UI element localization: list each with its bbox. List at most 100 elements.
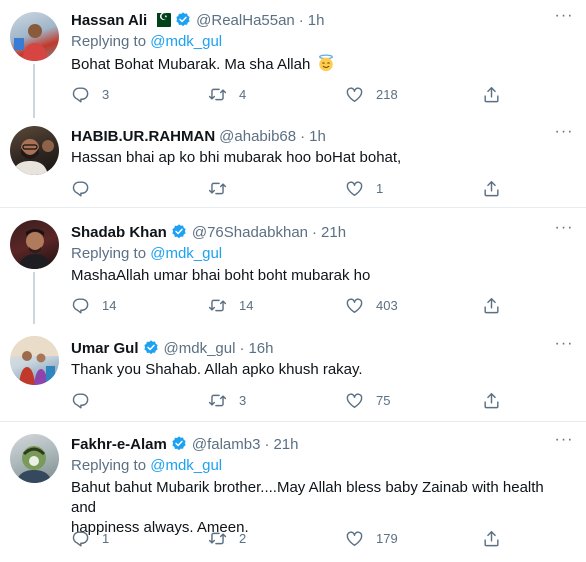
share-button[interactable] — [482, 528, 501, 548]
like-count: 75 — [376, 392, 391, 408]
thread-connector — [33, 272, 35, 324]
display-name[interactable]: Fakhr-e-Alam — [71, 436, 167, 453]
display-name[interactable]: Hassan Ali — [71, 12, 147, 29]
more-options-icon[interactable]: ··· — [554, 8, 574, 30]
reply-button[interactable]: 3 — [71, 84, 161, 104]
username[interactable]: @mdk_gul — [164, 340, 236, 357]
retweet-count: 14 — [239, 297, 254, 313]
separator-dot: · — [300, 127, 306, 145]
mention-link[interactable]: @mdk_gul — [150, 457, 222, 474]
tweet-actions: 14 14 403 — [71, 295, 501, 315]
timestamp[interactable]: 1h — [308, 12, 325, 29]
retweet-button[interactable]: 3 — [208, 390, 298, 410]
tweet-text: Thank you Shahab. Allah apko khush rakay… — [71, 361, 363, 378]
tweet-hassan-ali[interactable]: Hassan Ali @RealHa55an · 1h Replying to … — [0, 0, 586, 118]
tweet-habib-ur-rahman[interactable]: HABIB.UR.RAHMAN @ahabib68 · 1h Hassan bh… — [0, 118, 586, 208]
verified-badge-icon — [174, 11, 192, 29]
heart-icon — [345, 296, 364, 315]
replying-to: Replying to @mdk_gul — [71, 456, 572, 476]
reply-button[interactable]: 1 — [71, 528, 161, 548]
avatar-photo — [10, 336, 59, 385]
retweet-button[interactable]: 4 — [208, 84, 298, 104]
share-icon — [482, 391, 501, 410]
tweet-header: Fakhr-e-Alam @falamb3 · 21h — [71, 434, 572, 454]
timestamp[interactable]: 1h — [309, 128, 326, 145]
retweet-button[interactable]: 2 — [208, 528, 298, 548]
avatar[interactable] — [10, 434, 59, 483]
share-button[interactable] — [482, 390, 501, 410]
tweet-actions: 3 4 218 — [71, 84, 501, 104]
retweet-icon — [208, 85, 227, 104]
like-button[interactable]: 218 — [345, 84, 435, 104]
username[interactable]: @76Shadabkhan — [192, 224, 308, 241]
share-icon — [482, 85, 501, 104]
separator-dot: · — [298, 11, 304, 29]
replying-to: Replying to @mdk_gul — [71, 244, 572, 264]
replying-to: Replying to @mdk_gul — [71, 32, 572, 52]
heart-icon — [345, 85, 364, 104]
share-button[interactable] — [482, 295, 501, 315]
retweet-button[interactable]: 14 — [208, 295, 298, 315]
replying-label: Replying to — [71, 33, 147, 50]
tweet-umar-gul[interactable]: Umar Gul @mdk_gul · 16h Thank you Shahab… — [0, 324, 586, 422]
share-icon — [482, 296, 501, 315]
reply-icon — [71, 529, 90, 548]
username[interactable]: @RealHa55an — [196, 12, 295, 29]
like-button[interactable]: 403 — [345, 295, 435, 315]
tweet-text-body: Bohat Bohat Mubarak. Ma sha Allah — [71, 56, 311, 73]
pakistan-flag-icon — [152, 11, 172, 27]
like-button[interactable]: 1 — [345, 178, 435, 198]
mention-link[interactable]: @mdk_gul — [150, 33, 222, 50]
retweet-icon — [208, 296, 227, 315]
tweet-header: HABIB.UR.RAHMAN @ahabib68 · 1h — [71, 126, 572, 146]
avatar[interactable] — [10, 12, 59, 61]
avatar[interactable] — [10, 336, 59, 385]
share-icon — [482, 529, 501, 548]
username[interactable]: @falamb3 — [192, 436, 261, 453]
retweet-count: 2 — [239, 530, 247, 546]
retweet-button[interactable] — [208, 178, 298, 198]
tweet-header: Hassan Ali @RealHa55an · 1h — [71, 10, 572, 30]
display-name[interactable]: Umar Gul — [71, 340, 139, 357]
avatar[interactable] — [10, 126, 59, 175]
avatar-photo — [16, 446, 52, 483]
more-options-icon[interactable]: ··· — [554, 124, 574, 146]
share-button[interactable] — [482, 178, 501, 198]
verified-badge-icon — [170, 223, 188, 241]
tweet-actions: 3 75 — [71, 390, 501, 410]
reply-icon — [71, 391, 90, 410]
tweet-text: Bohat Bohat Mubarak. Ma sha Allah — [71, 54, 572, 75]
heart-icon — [345, 529, 364, 548]
like-button[interactable]: 179 — [345, 528, 435, 548]
username[interactable]: @ahabib68 — [219, 128, 296, 145]
timestamp[interactable]: 16h — [248, 340, 273, 357]
tweet-fakhr-e-alam[interactable]: Fakhr-e-Alam @falamb3 · 21h Replying to … — [0, 422, 586, 562]
retweet-icon — [208, 391, 227, 410]
timestamp[interactable]: 21h — [321, 224, 346, 241]
like-button[interactable]: 75 — [345, 390, 435, 410]
like-count: 403 — [376, 297, 398, 313]
avatar[interactable] — [10, 220, 59, 269]
verified-badge-icon — [170, 435, 188, 453]
reply-count: 1 — [102, 530, 110, 546]
tweet-shadab-khan[interactable]: Shadab Khan @76Shadabkhan · 21h Replying… — [0, 208, 586, 324]
display-name[interactable]: Shadab Khan — [71, 224, 167, 241]
timestamp[interactable]: 21h — [273, 436, 298, 453]
like-count: 1 — [376, 180, 384, 196]
reply-icon — [71, 179, 90, 198]
share-button[interactable] — [482, 84, 501, 104]
reply-button[interactable] — [71, 390, 161, 410]
reply-button[interactable] — [71, 178, 161, 198]
more-options-icon[interactable]: ··· — [554, 336, 574, 358]
reply-count: 14 — [102, 297, 117, 313]
heart-icon — [345, 179, 364, 198]
replying-label: Replying to — [71, 457, 147, 474]
tweet-actions: 1 — [71, 178, 501, 198]
like-count: 218 — [376, 86, 398, 102]
more-options-icon[interactable]: ··· — [554, 220, 574, 242]
retweet-count: 4 — [239, 86, 247, 102]
mention-link[interactable]: @mdk_gul — [150, 245, 222, 262]
more-options-icon[interactable]: ··· — [554, 432, 574, 454]
reply-button[interactable]: 14 — [71, 295, 161, 315]
display-name[interactable]: HABIB.UR.RAHMAN — [71, 128, 215, 145]
